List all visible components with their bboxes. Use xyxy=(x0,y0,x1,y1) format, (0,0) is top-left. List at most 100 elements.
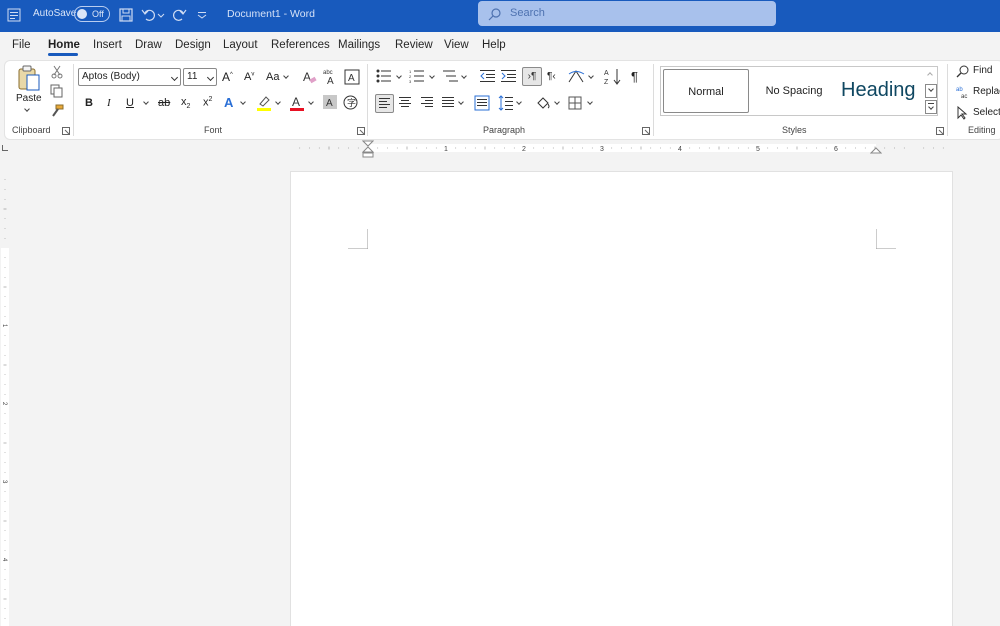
enclose-characters-icon[interactable]: 字 xyxy=(343,95,358,110)
align-center-icon[interactable] xyxy=(398,96,412,110)
align-right-icon[interactable] xyxy=(420,96,434,110)
styles-scroll-up-icon[interactable] xyxy=(925,67,937,83)
document-page[interactable] xyxy=(290,171,953,626)
title-bar: AutoSave Off Document1 - Word Search xyxy=(0,0,1000,32)
asian-layout-icon[interactable] xyxy=(568,68,586,84)
change-case-button[interactable]: Aa xyxy=(266,71,279,83)
strikethrough-icon[interactable]: ab xyxy=(158,97,170,109)
numbering-icon[interactable]: 123 xyxy=(409,69,425,83)
style-normal[interactable]: Normal xyxy=(663,69,749,113)
decrease-indent-icon[interactable] xyxy=(480,69,495,83)
group-separator xyxy=(653,64,654,136)
toggle-knob xyxy=(77,9,87,19)
paragraph-launcher-icon[interactable] xyxy=(642,127,650,135)
highlight-icon[interactable] xyxy=(256,94,272,112)
right-indent-marker[interactable] xyxy=(870,145,882,154)
style-heading-1[interactable]: Heading 1 xyxy=(839,69,921,113)
tab-layout[interactable]: Layout xyxy=(223,39,258,51)
search-box[interactable]: Search xyxy=(478,1,776,26)
left-to-right-icon[interactable]: ›¶ xyxy=(522,67,542,86)
text-effects-icon[interactable]: A xyxy=(224,95,233,110)
tab-help[interactable]: Help xyxy=(482,39,506,51)
find-button[interactable]: Find xyxy=(973,65,992,76)
clear-formatting-icon[interactable]: A xyxy=(302,69,318,85)
justify-icon[interactable] xyxy=(441,96,455,110)
shading-icon[interactable] xyxy=(535,95,551,111)
font-name-dropdown[interactable]: Aptos (Body) xyxy=(78,68,181,86)
tab-design[interactable]: Design xyxy=(175,39,211,51)
svg-text:A: A xyxy=(326,98,333,109)
chevron-down-icon xyxy=(206,73,215,82)
align-left-button[interactable] xyxy=(375,94,394,113)
horizontal-ruler[interactable]: 1 2 3 4 5 6 xyxy=(288,143,953,153)
tab-view[interactable]: View xyxy=(444,39,469,51)
undo-dropdown-icon[interactable] xyxy=(157,6,165,24)
style-no-spacing-label: No Spacing xyxy=(765,85,823,97)
font-color-icon[interactable]: A xyxy=(289,94,305,112)
format-painter-icon[interactable] xyxy=(50,104,64,118)
group-separator xyxy=(367,64,368,136)
right-to-left-icon[interactable]: ¶‹ xyxy=(547,71,556,82)
customize-quick-access-icon[interactable] xyxy=(196,6,208,24)
left-indent-marker[interactable] xyxy=(362,140,374,158)
crop-mark-top-right xyxy=(876,229,896,249)
tab-review[interactable]: Review xyxy=(395,39,433,51)
vertical-ruler[interactable]: 1234 xyxy=(0,160,10,626)
tab-insert[interactable]: Insert xyxy=(93,39,122,51)
sort-icon[interactable]: AZ xyxy=(604,68,622,85)
word-app-icon[interactable] xyxy=(7,8,21,22)
svg-text:A: A xyxy=(303,70,311,84)
underline-icon[interactable]: U xyxy=(126,97,134,109)
style-heading-1-label: Heading 1 xyxy=(841,79,921,101)
shrink-font-icon[interactable]: Av xyxy=(244,71,254,83)
select-cursor-icon[interactable] xyxy=(956,106,968,120)
character-shading-icon[interactable]: A xyxy=(323,95,337,109)
styles-scroll-down-icon[interactable] xyxy=(925,84,937,98)
undo-icon[interactable] xyxy=(140,6,158,24)
styles-gallery: Normal No Spacing Heading 1 xyxy=(660,66,938,116)
copy-icon[interactable] xyxy=(50,84,64,98)
paragraph-group-label: Paragraph xyxy=(483,125,526,135)
styles-launcher-icon[interactable] xyxy=(936,127,944,135)
tab-references[interactable]: References xyxy=(271,39,330,51)
style-no-spacing[interactable]: No Spacing xyxy=(751,69,837,113)
autosave-toggle[interactable]: Off xyxy=(74,6,110,22)
font-size-dropdown[interactable]: 11 xyxy=(183,68,217,86)
multilevel-list-icon[interactable] xyxy=(443,69,459,83)
phonetic-guide-icon[interactable]: abcA xyxy=(322,68,340,86)
svg-text:ac: ac xyxy=(961,94,967,99)
line-spacing-icon[interactable] xyxy=(498,95,514,111)
ruler-number: 1 xyxy=(444,146,448,153)
tab-draw[interactable]: Draw xyxy=(135,39,162,51)
save-icon[interactable] xyxy=(117,6,135,24)
editing-group-label: Editing xyxy=(968,125,996,135)
distributed-icon[interactable] xyxy=(474,95,490,111)
tab-mailings[interactable]: Mailings xyxy=(338,39,380,51)
italic-icon[interactable]: I xyxy=(107,97,111,109)
character-border-icon[interactable]: A xyxy=(344,69,360,85)
paste-icon[interactable] xyxy=(16,64,42,92)
borders-icon[interactable] xyxy=(568,96,582,110)
select-button[interactable]: Select xyxy=(973,107,1000,118)
bullets-icon[interactable] xyxy=(376,69,392,83)
paste-label[interactable]: Paste xyxy=(16,93,42,104)
clipboard-launcher-icon[interactable] xyxy=(62,127,70,135)
increase-indent-icon[interactable] xyxy=(501,69,516,83)
cut-icon[interactable] xyxy=(50,65,64,79)
font-launcher-icon[interactable] xyxy=(357,127,365,135)
redo-icon[interactable] xyxy=(170,6,188,24)
tab-home[interactable]: Home xyxy=(48,39,80,51)
show-formatting-marks-icon[interactable]: ¶ xyxy=(631,69,638,84)
styles-more-icon[interactable] xyxy=(925,100,937,114)
grow-font-icon[interactable]: A^ xyxy=(222,70,233,84)
crop-mark-top-left xyxy=(348,229,368,249)
superscript-icon[interactable]: x2 xyxy=(203,96,212,109)
subscript-icon[interactable]: x2 xyxy=(181,96,190,110)
tab-file[interactable]: File xyxy=(12,39,31,51)
replace-button[interactable]: Replac xyxy=(973,86,1000,97)
replace-icon[interactable]: abac xyxy=(956,85,970,99)
svg-text:Z: Z xyxy=(604,79,609,85)
bold-icon[interactable]: B xyxy=(85,97,93,109)
tab-selector-icon[interactable] xyxy=(2,145,8,151)
find-icon[interactable] xyxy=(956,64,970,78)
